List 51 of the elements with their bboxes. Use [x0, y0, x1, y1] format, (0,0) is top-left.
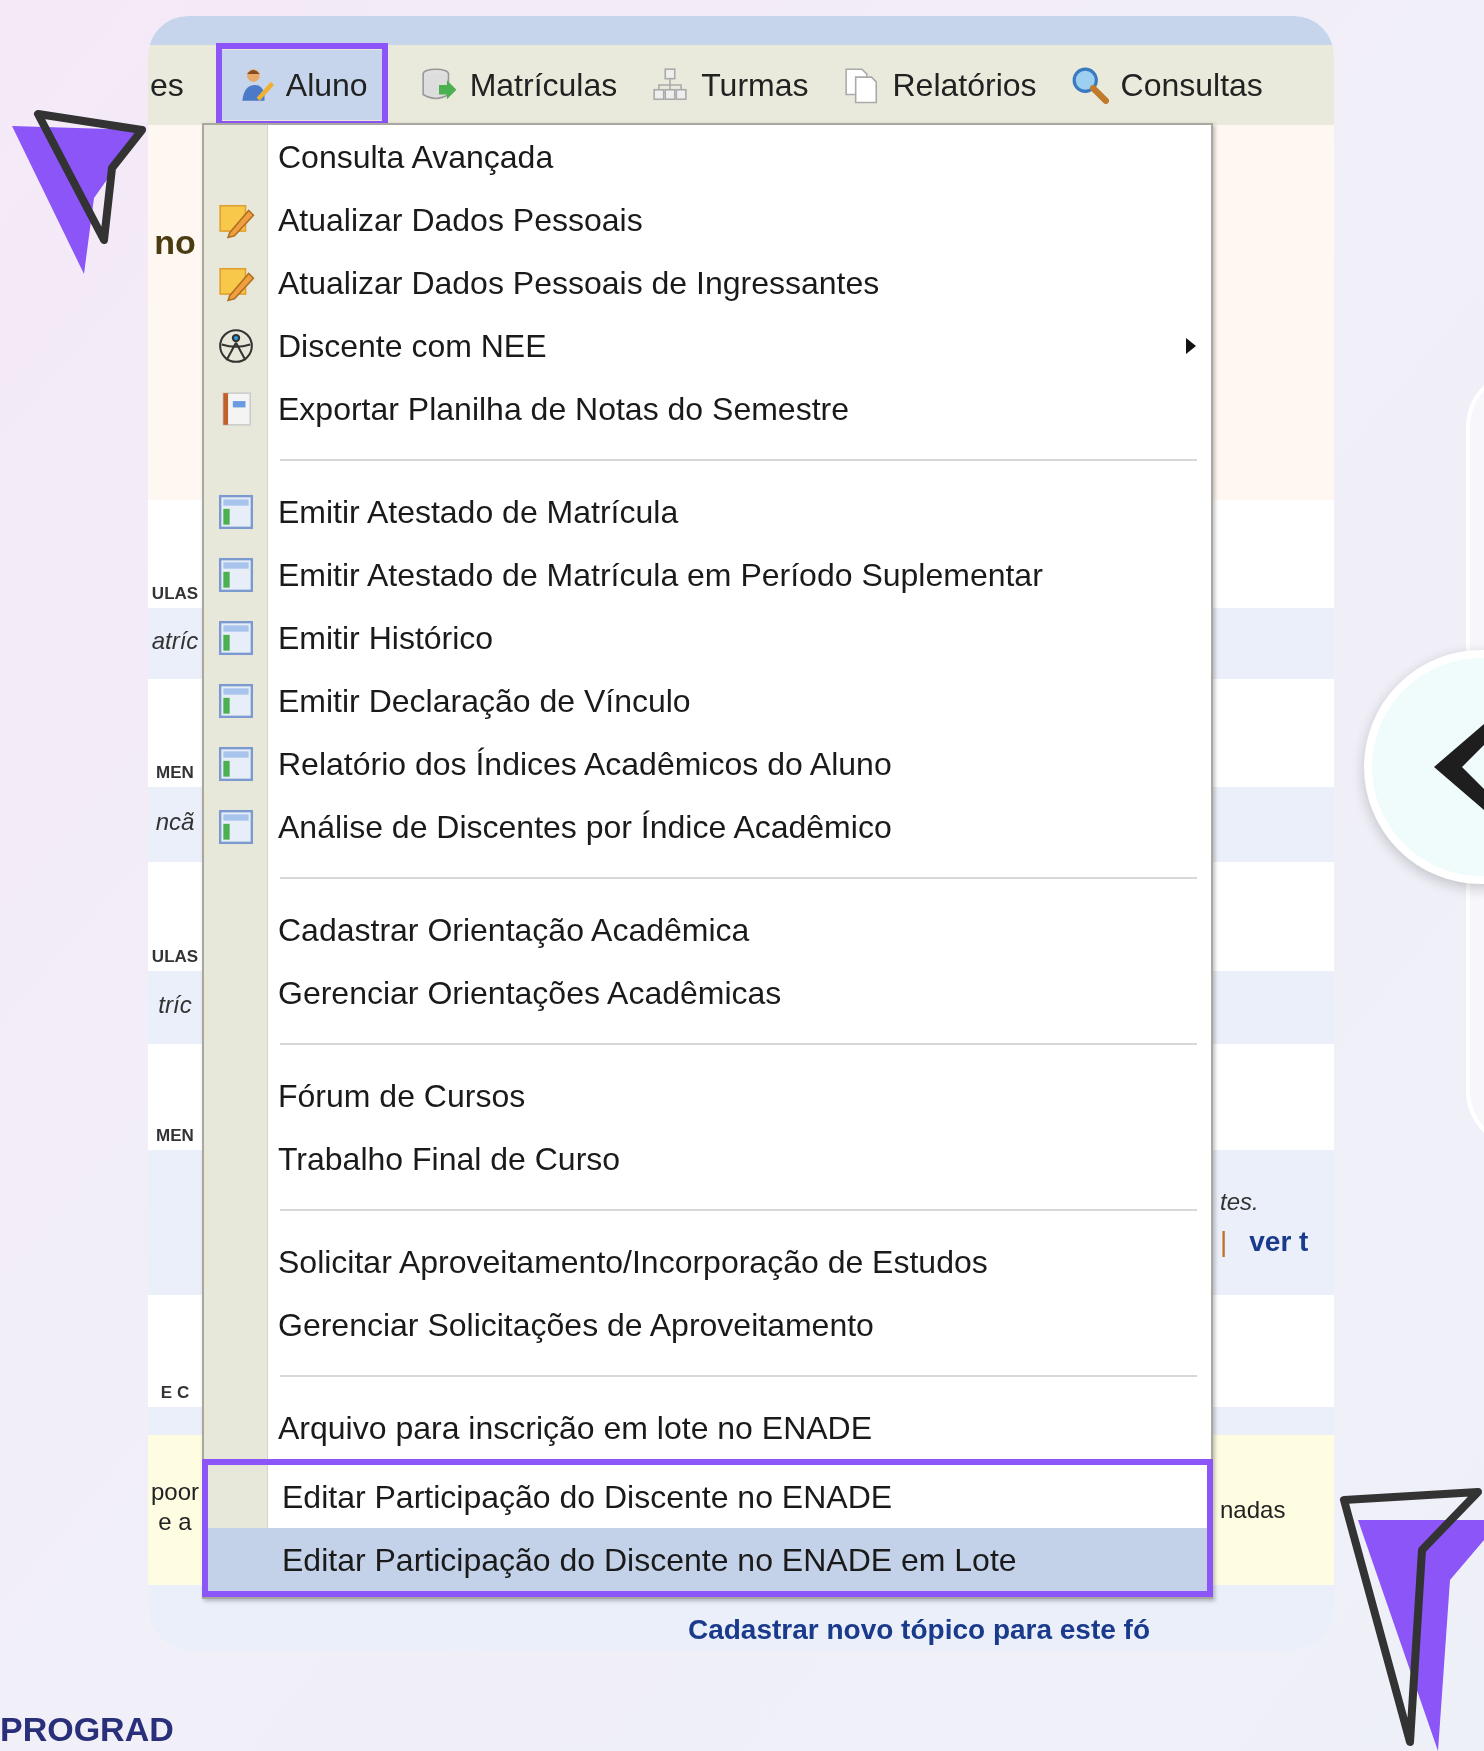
link[interactable]: Cadastrar novo tópico para este fó	[687, 1616, 1151, 1644]
menu-item[interactable]: Fórum de Cursos	[204, 1064, 1211, 1127]
menu-item[interactable]: Discente com NEE	[204, 314, 1211, 377]
menu-item[interactable]: Emitir Atestado de Matrícula	[204, 480, 1211, 543]
table-text: tes.	[1220, 1189, 1259, 1214]
search-icon	[1070, 66, 1109, 104]
menu-tab[interactable]: Aluno	[221, 50, 382, 120]
menu-item[interactable]: Solicitar Aproveitamento/Incorporação de Estudos	[204, 1230, 1211, 1293]
notice-text: poor	[150, 1477, 199, 1507]
menu-tab[interactable]: Relatórios	[840, 50, 1039, 120]
menu-item[interactable]: Emitir Atestado de Matrícula em Período Suplementar	[204, 543, 1211, 606]
window-icon	[217, 555, 255, 594]
section-heading: ULAS	[151, 585, 199, 602]
section-heading: ULAS	[151, 948, 199, 965]
notice-text: e a	[158, 1507, 192, 1537]
menu-item[interactable]: Exportar Planilha de Notas do Semestre	[204, 377, 1211, 440]
table-text: tríc	[158, 992, 192, 1017]
section-heading: MEN	[156, 764, 194, 781]
window-icon	[217, 744, 255, 783]
menu-item[interactable]: Atualizar Dados Pessoais de Ingressantes	[204, 251, 1211, 314]
window-icon	[217, 492, 255, 531]
menu-tab[interactable]: es	[148, 50, 186, 120]
page-title: no	[154, 225, 196, 259]
section-heading: E C	[160, 1384, 190, 1401]
menu-item[interactable]: Trabalho Final de Curso	[204, 1127, 1211, 1190]
divider-text: |	[1220, 1227, 1228, 1256]
menu-item[interactable]: Emitir Declaração de Vínculo	[204, 669, 1211, 732]
menu-item[interactable]: Cadastrar Orientação Acadêmica	[204, 898, 1211, 961]
menu-item[interactable]: Gerenciar Orientações Acadêmicas	[204, 961, 1211, 1024]
window-icon	[217, 807, 255, 846]
menu-item[interactable]: Editar Participação do Discente no ENADE	[208, 1465, 1207, 1528]
link[interactable]: ver t	[1249, 1227, 1309, 1256]
menu-item[interactable]: Gerenciar Solicitações de Aproveitamento	[204, 1293, 1211, 1356]
section-heading: MEN	[156, 1127, 194, 1144]
menu-tab[interactable]: Matrículas	[417, 50, 620, 120]
notice-text: nadas	[1220, 1495, 1286, 1525]
menu-item[interactable]: Editar Participação do Discente no ENADE em Lote	[208, 1528, 1207, 1591]
menu-item[interactable]: Consulta Avançada	[204, 125, 1211, 188]
window-icon	[217, 618, 255, 657]
menu-item[interactable]: Atualizar Dados Pessoais	[204, 188, 1211, 251]
menu-item[interactable]: Relatório dos Índices Acadêmicos do Aluno	[204, 732, 1211, 795]
brand-text: PROGRAD	[0, 1712, 174, 1746]
menu-item[interactable]: Arquivo para inscrição em lote no ENADE	[204, 1396, 1211, 1459]
window-icon	[217, 681, 255, 720]
table-text: ncã	[155, 809, 195, 834]
menu-item[interactable]: Emitir Histórico	[204, 606, 1211, 669]
menu-tab[interactable]: Turmas	[649, 50, 811, 120]
menu-item[interactable]: Análise de Discentes por Índice Acadêmico	[204, 795, 1211, 858]
table-text: atríc	[151, 628, 199, 653]
menu-tab[interactable]: Consultas	[1068, 50, 1265, 120]
accessibility-icon	[217, 326, 255, 365]
